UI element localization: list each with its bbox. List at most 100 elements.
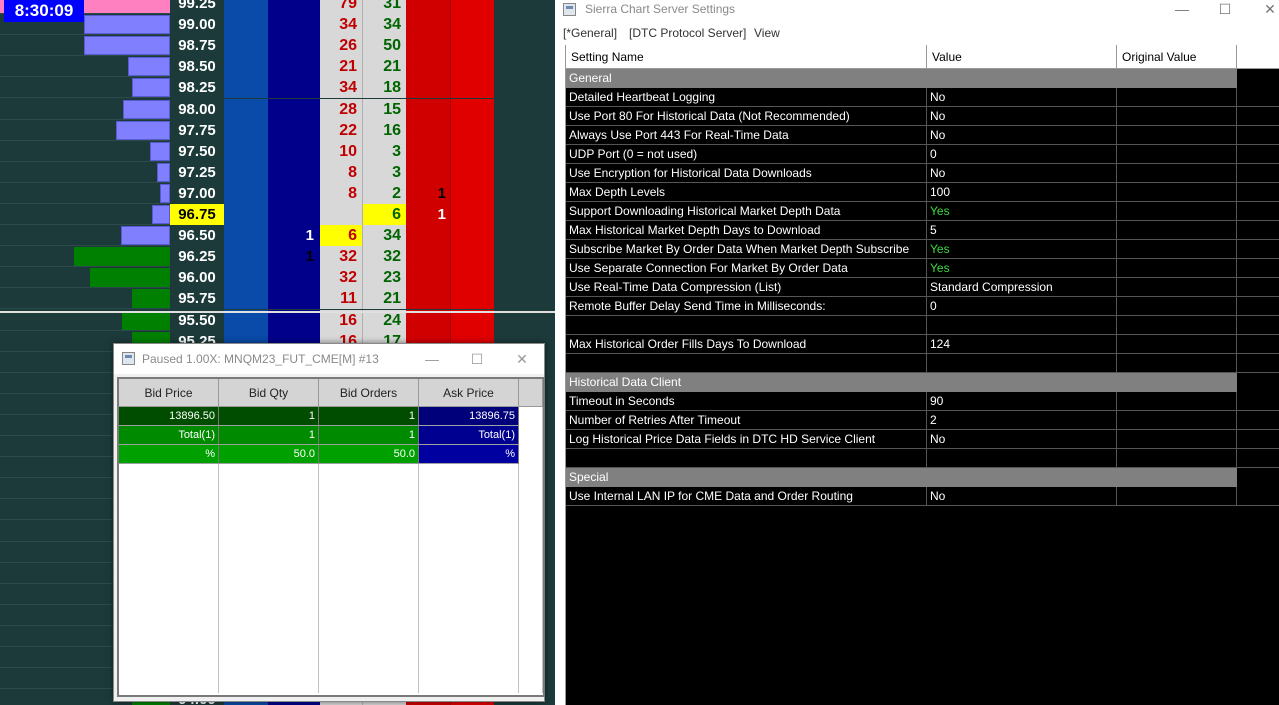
settings-row[interactable]: Remote Buffer Delay Send Time in Millise… [566, 297, 1279, 316]
bid-orders-cell[interactable] [268, 267, 320, 289]
ask-orders-cell[interactable] [406, 246, 450, 268]
menu-dtc-protocol-server[interactable]: [DTC Protocol Server] [629, 26, 746, 40]
ladder-row[interactable]: 96.25 1 32 32 [0, 246, 555, 268]
bid-orders-cell[interactable] [268, 35, 320, 57]
ladder-row[interactable]: 98.50 21 21 [0, 56, 555, 78]
bid-orders-cell[interactable] [268, 56, 320, 78]
setting-value-cell[interactable]: Yes [927, 240, 1117, 259]
ask-orders-cell[interactable] [406, 77, 450, 99]
price-cell[interactable]: 98.75 [170, 35, 224, 57]
settings-row[interactable]: Detailed Heartbeat Logging No [566, 88, 1279, 107]
ask-size-cell[interactable] [450, 14, 494, 36]
column-header-value[interactable]: Value [927, 45, 1117, 69]
bid-orders-cell[interactable] [268, 204, 320, 225]
settings-group-header[interactable]: General [566, 69, 1279, 88]
ask-orders-cell[interactable]: 1 [406, 204, 450, 225]
price-cell[interactable]: 96.50 [170, 225, 224, 247]
depth-cell[interactable]: Total(1) [419, 426, 519, 445]
bid-size-cell[interactable] [224, 0, 268, 14]
bid-size-cell[interactable] [224, 98, 268, 120]
ladder-row[interactable]: 97.50 10 3 [0, 140, 555, 162]
ask-orders-cell[interactable] [406, 0, 450, 14]
settings-row[interactable]: Subscribe Market By Order Data When Mark… [566, 240, 1279, 259]
bid-size-cell[interactable] [224, 267, 268, 289]
setting-value-cell[interactable]: 124 [927, 335, 1117, 354]
settings-table[interactable]: Setting Name Value Original Value Genera… [565, 45, 1279, 705]
depth-cell[interactable]: 1 [319, 426, 419, 445]
settings-row[interactable]: Number of Retries After Timeout 2 [566, 411, 1279, 430]
menu-view[interactable]: View [754, 26, 780, 40]
setting-value-cell[interactable]: 100 [927, 183, 1117, 202]
setting-value-cell[interactable]: Yes [927, 259, 1117, 278]
server-settings-window[interactable]: Sierra Chart Server Settings — ☐ ✕ [*Gen… [555, 0, 1279, 705]
setting-value-cell[interactable]: 5 [927, 221, 1117, 240]
settings-group-header[interactable]: Special [566, 468, 1279, 487]
ask-size-cell[interactable] [450, 182, 494, 204]
ask-size-cell[interactable] [450, 140, 494, 162]
depth-column-header[interactable]: Bid Price [119, 379, 219, 407]
ladder-row[interactable]: 97.75 22 16 [0, 119, 555, 141]
menu-general[interactable]: [*General] [563, 26, 617, 40]
ask-size-cell[interactable] [450, 98, 494, 120]
depth-cell[interactable]: 50.0 [219, 445, 319, 464]
depth-column-header[interactable]: Ask Price [419, 379, 519, 407]
price-cell[interactable]: 96.25 [170, 246, 224, 268]
ladder-row[interactable]: 96.50 1 6 34 [0, 225, 555, 247]
close-icon[interactable]: ✕ [511, 348, 533, 370]
bid-orders-cell[interactable]: 1 [268, 246, 320, 268]
bid-size-cell[interactable] [224, 77, 268, 99]
setting-value-cell[interactable]: 0 [927, 297, 1117, 316]
ask-orders-cell[interactable] [406, 288, 450, 310]
bid-orders-cell[interactable] [268, 77, 320, 99]
ask-size-cell[interactable] [450, 246, 494, 268]
settings-titlebar[interactable]: Sierra Chart Server Settings — ☐ ✕ [555, 0, 1279, 22]
depth-cell[interactable]: 1 [219, 426, 319, 445]
bid-orders-cell[interactable] [268, 288, 320, 310]
bid-orders-cell[interactable] [268, 14, 320, 36]
bid-size-cell[interactable] [224, 56, 268, 78]
bid-size-cell[interactable] [224, 288, 268, 310]
bid-size-cell[interactable] [224, 119, 268, 141]
depth-window-titlebar[interactable]: Paused 1.00X: MNQM23_FUT_CME[M] #13 — ☐ … [114, 344, 544, 374]
depth-cell[interactable]: 50.0 [319, 445, 419, 464]
ask-orders-cell[interactable] [406, 140, 450, 162]
minimize-icon[interactable]: — [421, 348, 443, 370]
setting-value-cell[interactable]: 2 [927, 411, 1117, 430]
depth-cell[interactable]: 1 [219, 407, 319, 426]
ask-orders-cell[interactable] [406, 35, 450, 57]
bid-orders-cell[interactable] [268, 182, 320, 204]
bid-orders-cell[interactable] [268, 161, 320, 183]
settings-row[interactable]: Use Port 80 For Historical Data (Not Rec… [566, 107, 1279, 126]
ask-orders-cell[interactable] [406, 98, 450, 120]
ask-orders-cell[interactable] [406, 161, 450, 183]
setting-value-cell[interactable]: No [927, 164, 1117, 183]
ask-size-cell[interactable] [450, 204, 494, 225]
depth-cell[interactable]: Total(1) [119, 426, 219, 445]
ask-size-cell[interactable] [450, 161, 494, 183]
bid-size-cell[interactable] [224, 161, 268, 183]
ask-size-cell[interactable] [450, 35, 494, 57]
bid-size-cell[interactable] [224, 182, 268, 204]
depth-column-header[interactable]: Bid Orders [319, 379, 419, 407]
ask-size-cell[interactable] [450, 56, 494, 78]
column-header-original-value[interactable]: Original Value [1117, 45, 1237, 69]
settings-row[interactable]: UDP Port (0 = not used) 0 [566, 145, 1279, 164]
depth-cell[interactable]: 13896.75 [419, 407, 519, 426]
depth-cell[interactable]: % [419, 445, 519, 464]
settings-row[interactable]: Use Internal LAN IP for CME Data and Ord… [566, 487, 1279, 506]
settings-row[interactable]: Use Separate Connection For Market By Or… [566, 259, 1279, 278]
maximize-icon[interactable]: ☐ [1210, 0, 1240, 22]
depth-grid[interactable]: Bid Price Bid Qty Bid Orders Ask Price 13896… [117, 377, 545, 697]
ladder-row[interactable]: 97.25 8 3 [0, 161, 555, 183]
bid-size-cell[interactable] [224, 140, 268, 162]
ladder-row[interactable]: 95.75 11 21 [0, 288, 555, 310]
ask-orders-cell[interactable] [406, 14, 450, 36]
ask-size-cell[interactable] [450, 267, 494, 289]
ask-orders-cell[interactable]: 1 [406, 182, 450, 204]
ask-size-cell[interactable] [450, 0, 494, 14]
price-cell[interactable]: 98.50 [170, 56, 224, 78]
ask-orders-cell[interactable] [406, 225, 450, 247]
price-cell[interactable]: 97.75 [170, 119, 224, 141]
bid-size-cell[interactable] [224, 246, 268, 268]
price-cell[interactable]: 99.00 [170, 14, 224, 36]
